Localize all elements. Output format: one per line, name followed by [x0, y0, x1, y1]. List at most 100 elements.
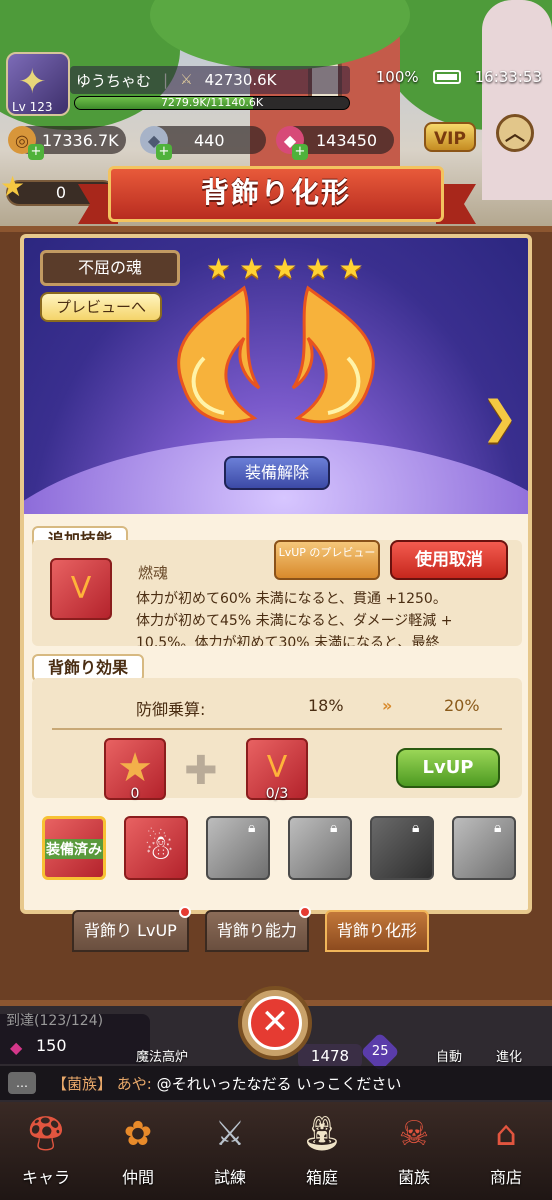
add-gem-button[interactable]: + [292, 144, 308, 160]
magic-furnace-label[interactable]: 魔法高炉 [136, 1046, 188, 1065]
right-wing-image [291, 285, 375, 424]
lvup-button[interactable]: LvUP [396, 748, 500, 788]
chat-guild-tag: 【菌族】 [52, 1075, 113, 1093]
divider [52, 728, 502, 730]
battery-percent: 100% [375, 68, 419, 86]
star-material-slot[interactable]: ★ 0 [104, 738, 166, 802]
gold-currency[interactable]: ◎ 17336.7K + [8, 126, 126, 160]
player-name: ゆうちゃむ [76, 71, 152, 90]
shop-icon: ⌂ [495, 1114, 517, 1154]
nav-guild[interactable]: ☠ 菌族 [368, 1102, 460, 1200]
wing-material-count: 0/3 [265, 786, 289, 802]
vip-button[interactable]: VIP [424, 122, 476, 152]
snowman-icon: ☃ [144, 828, 175, 868]
skin-item-equipped[interactable]: 装備済み [42, 816, 106, 880]
gem-icon: ◆ [10, 1038, 23, 1057]
clock: 16:33:53 [474, 68, 542, 86]
chat-text: @それいったなだる いっこください [156, 1075, 402, 1093]
mid-counter: 1478 [298, 1044, 362, 1068]
tab-lvup-label: 背飾り LvUP [84, 921, 177, 940]
skill-name: 燃魂 [138, 564, 169, 582]
tab-ability-label: 背飾り能力 [216, 921, 297, 940]
chat-bubble-icon: … [8, 1072, 36, 1094]
player-info-bar: ゆうちゃむ | ⚔ 42730.6K [70, 66, 350, 94]
chat-message: 【菌族】 あや: @それいったなだる いっこください [52, 1073, 401, 1094]
nav-guild-label: 菌族 [397, 1168, 430, 1187]
skill-desc-line-2: 体力が初めて45% 未満になると、ダメージ軽減 + [136, 613, 453, 629]
close-button[interactable]: ✕ [238, 986, 312, 1060]
star-count-value: 0 [55, 183, 67, 202]
add-crystal-button[interactable]: + [156, 144, 172, 160]
lock-icon: 🔒︎ [248, 820, 256, 836]
level-badge-value: 25 [371, 1043, 389, 1059]
guild-icon: ☠ [398, 1114, 430, 1154]
gem-currency[interactable]: ◆ 143450 + [276, 126, 394, 160]
star-icon: ★ [0, 170, 26, 203]
rating-star-icon: ★ [272, 252, 298, 285]
auto-button[interactable]: 自動 [436, 1046, 462, 1065]
item-showcase: 不屈の魂 ★ ★ ★ ★ ★ プレビューへ ❯ 装備解除 [24, 238, 528, 514]
cancel-use-button[interactable]: 使用取消 [390, 540, 508, 580]
stat-current: 18% [308, 696, 344, 715]
star-material-icon: ★ [117, 745, 153, 791]
gem-count: 150 [36, 1036, 67, 1055]
wing-material-icon: ᐯ [266, 750, 288, 785]
unequip-button[interactable]: 装備解除 [224, 456, 330, 490]
power-icon: ⚔ [180, 72, 193, 88]
crystal-currency[interactable]: ◆ 440 + [140, 126, 266, 160]
skin-item-snowman[interactable]: ☃ [124, 816, 188, 880]
skin-item-locked[interactable]: 🔒︎ [288, 816, 352, 880]
tab-transform-label: 背飾り化形 [336, 921, 417, 940]
skill-desc-line-3: 10.5%。体力が初めて30% 未満になると、最終 [136, 635, 440, 646]
mushroom-icon: 🍄︎ [24, 1114, 68, 1154]
notification-dot [298, 906, 311, 918]
reach-label: 到達(123/124) [6, 1013, 104, 1029]
skin-item-locked[interactable]: 🔒︎ [206, 816, 270, 880]
lock-icon: 🔒︎ [494, 820, 502, 836]
star-rating: ★ ★ ★ ★ ★ [206, 252, 364, 285]
exp-bar: 7279.9K/11140.6K [74, 96, 350, 110]
next-arrow-icon[interactable]: ❯ [481, 392, 518, 443]
skill-wing-icon: ᐯ [50, 558, 112, 620]
nav-shop[interactable]: ⌂ 商店 [460, 1102, 552, 1200]
tab-transform[interactable]: 背飾り化形 [324, 910, 429, 952]
tab-ability[interactable]: 背飾り能力 [204, 906, 311, 952]
nav-character[interactable]: 🍄︎ キャラ [0, 1102, 92, 1200]
lock-icon: 🔒︎ [330, 820, 338, 836]
preview-button[interactable]: プレビューへ [40, 292, 162, 322]
gold-value: 17336.7K [42, 130, 119, 150]
nav-shop-label: 商店 [489, 1168, 522, 1187]
chat-user: あや: [116, 1075, 152, 1093]
stat-label: 防御乗算: [136, 700, 206, 719]
nav-companion-label: 仲間 [121, 1168, 154, 1187]
player-level: Lv 123 [12, 100, 53, 114]
wing-material-slot[interactable]: ᐯ 0/3 [246, 738, 308, 802]
exp-text: 7279.9K/11140.6K [160, 96, 264, 109]
item-name-plate: 不屈の魂 [40, 250, 180, 286]
nav-companion[interactable]: ✿ 仲間 [92, 1102, 184, 1200]
close-icon: ✕ [248, 996, 302, 1050]
garden-icon: ⛲︎ [300, 1114, 344, 1154]
lvup-preview-button[interactable]: LvUP のプレビュー [274, 540, 380, 580]
evolve-button[interactable]: 進化 [496, 1046, 522, 1065]
nav-trial[interactable]: ⚔ 試練 [184, 1102, 276, 1200]
tab-lvup[interactable]: 背飾り LvUP [72, 906, 191, 952]
plus-icon: ✚ [184, 748, 218, 794]
skin-item-locked[interactable]: 🔒︎ [452, 816, 516, 880]
crossed-swords-icon: ⚔ [214, 1114, 246, 1154]
nav-character-label: キャラ [21, 1168, 70, 1187]
battery-icon [432, 70, 461, 84]
chat-bar[interactable]: … 【菌族】 あや: @それいったなだる いっこください [0, 1066, 552, 1100]
skin-item-locked[interactable]: 🔒︎ [370, 816, 434, 880]
rating-star-icon: ★ [239, 252, 265, 285]
paw-icon: ✿ [123, 1114, 153, 1154]
player-power: 42730.6K [204, 71, 277, 89]
skin-list: 装備済み ☃ 🔒︎ 🔒︎ 🔒︎ 🔒︎ [42, 816, 516, 880]
collapse-up-icon[interactable]: ︿ [496, 114, 534, 152]
nav-garden[interactable]: ⛲︎ 箱庭 [276, 1102, 368, 1200]
content-panel: 不屈の魂 ★★★★★ プレビューへ ❯ 装備解除 追加技能 ᐯ 燃魂 体力が初め… [20, 234, 532, 914]
avatar-emblem-icon: ✦ [18, 62, 47, 102]
skill-description: 体力が初めて60% 未満になると、貫通 +1250。 体力が初めて45% 未満に… [136, 588, 522, 646]
rating-star-icon: ★ [206, 252, 232, 285]
add-gold-button[interactable]: + [28, 144, 44, 160]
